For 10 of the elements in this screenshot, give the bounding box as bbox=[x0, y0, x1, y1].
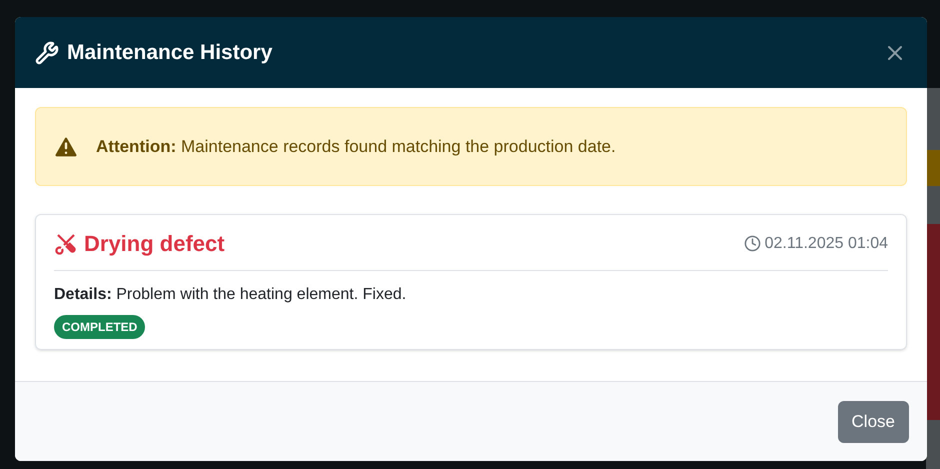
record-title: Drying defect bbox=[84, 230, 225, 258]
modal-title: Maintenance History bbox=[67, 40, 272, 66]
close-button[interactable]: Close bbox=[838, 400, 909, 442]
alert-message: Attention: Maintenance records found matching the production date. bbox=[96, 136, 616, 158]
tools-icon bbox=[54, 232, 78, 256]
clock-icon bbox=[744, 235, 761, 252]
record-details: Details: Problem with the heating element. Fixed. bbox=[54, 285, 408, 305]
record-timestamp: 02.11.2025 01:04 bbox=[764, 234, 888, 254]
wrench-icon bbox=[35, 40, 59, 64]
status-badge: COMPLETED bbox=[54, 315, 146, 339]
